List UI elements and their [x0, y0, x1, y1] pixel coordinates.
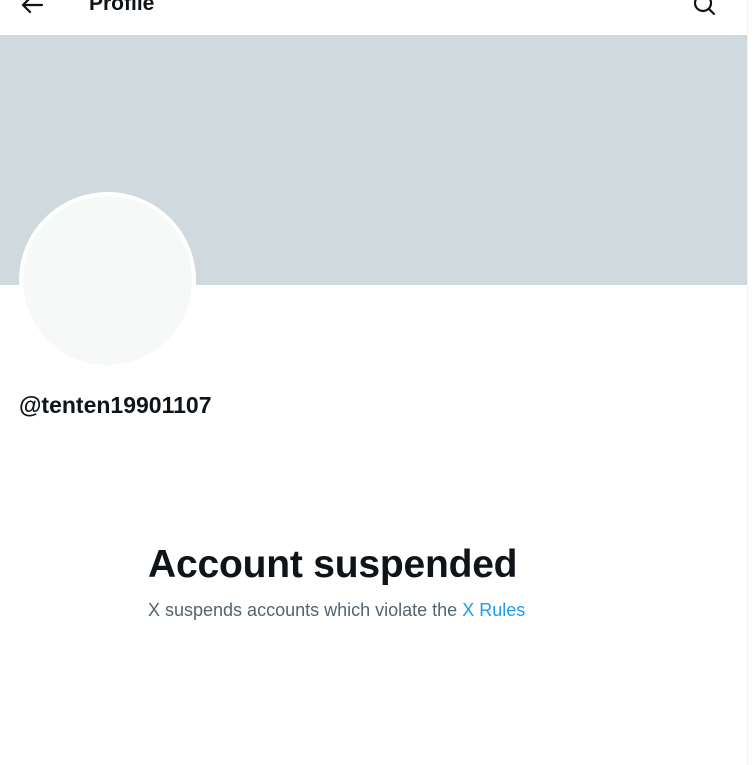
suspension-message-text: X suspends accounts which violate the: [148, 600, 458, 620]
search-button[interactable]: [690, 0, 718, 16]
avatar: [19, 192, 196, 369]
profile-page: Profile @tenten19901107 Account suspende…: [0, 0, 754, 765]
suspension-message: X suspends accounts which violate the X …: [148, 598, 525, 622]
arrow-left-icon: [21, 0, 44, 14]
profile-handle: @tenten19901107: [19, 392, 212, 418]
suspension-title: Account suspended: [148, 543, 518, 586]
search-icon: [693, 0, 716, 16]
back-button[interactable]: [18, 0, 46, 16]
column-border: [747, 0, 748, 765]
page-title: Profile: [89, 0, 155, 15]
x-rules-link[interactable]: X Rules: [462, 600, 525, 620]
profile-header: Profile: [0, 0, 747, 35]
